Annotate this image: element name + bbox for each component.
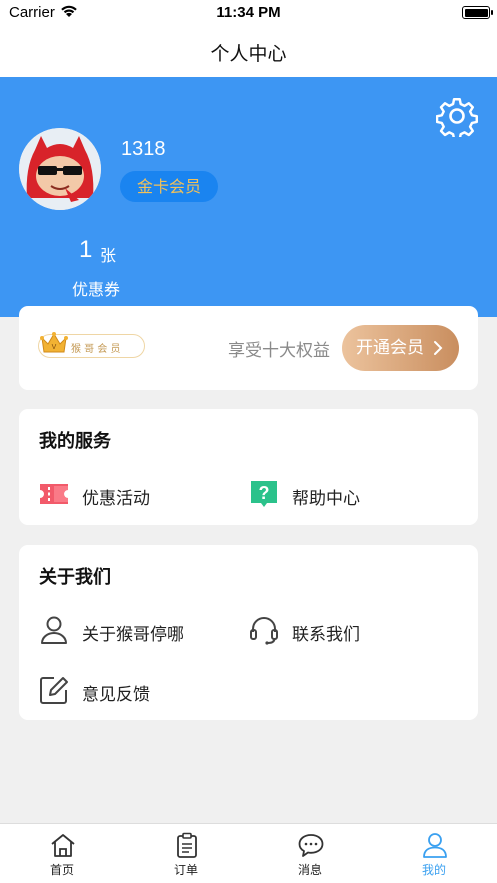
help-question-icon: ? xyxy=(251,481,277,507)
gear-icon[interactable] xyxy=(436,95,478,137)
message-bubble-icon xyxy=(298,834,324,857)
about-item-feedback[interactable]: 意见反馈 xyxy=(38,674,248,706)
about-item-about-app[interactable]: 关于猴哥停哪 xyxy=(38,614,248,646)
open-membership-button[interactable]: 开通会员 xyxy=(342,325,459,371)
crown-icon: V xyxy=(40,332,68,353)
username: 1318 xyxy=(121,138,166,160)
headset-icon xyxy=(250,617,278,645)
tab-label: 订单 xyxy=(173,863,198,877)
services-title: 我的服务 xyxy=(39,431,111,452)
clock: 11:34 PM xyxy=(216,4,281,21)
tab-label: 首页 xyxy=(49,863,74,877)
vip-tagline: 享受十大权益 xyxy=(228,341,330,361)
my-services-card: 我的服务 优惠活动 ? 帮助中心 xyxy=(19,409,478,525)
nav-bar: 个人中心 xyxy=(0,26,497,77)
tab-home[interactable]: 首页 xyxy=(0,824,124,883)
about-title: 关于我们 xyxy=(39,567,111,588)
edit-icon xyxy=(40,677,68,704)
about-item-label: 联系我们 xyxy=(292,625,360,645)
tab-mine[interactable]: 我的 xyxy=(372,824,496,883)
tab-orders[interactable]: 订单 xyxy=(124,824,248,883)
vip-card: V 猴 哥 会 员 享受十大权益 开通会员 xyxy=(19,306,478,390)
profile-icon xyxy=(423,833,447,858)
tab-bar: 首页 订单 消息 我的 xyxy=(0,823,497,883)
service-item-help[interactable]: ? 帮助中心 xyxy=(248,478,448,510)
about-item-label: 关于猴哥停哪 xyxy=(82,625,184,645)
about-item-label: 意见反馈 xyxy=(82,685,150,705)
order-clipboard-icon xyxy=(177,832,197,858)
coupon-unit: 张 xyxy=(100,246,117,265)
tab-label: 我的 xyxy=(421,863,446,877)
vip-badge: V 猴 哥 会 员 xyxy=(38,332,145,358)
coupon-count[interactable]: 1 xyxy=(79,236,92,264)
status-bar: Carrier 11:34 PM xyxy=(0,0,497,26)
page-title: 个人中心 xyxy=(210,43,287,65)
service-item-promotions[interactable]: 优惠活动 xyxy=(38,478,238,510)
user-icon xyxy=(41,616,67,644)
profile-header: 1318 金卡会员 1 张 优惠券 xyxy=(0,77,497,317)
service-item-label: 帮助中心 xyxy=(292,489,360,509)
tab-label: 消息 xyxy=(297,863,322,877)
about-item-contact[interactable]: 联系我们 xyxy=(248,614,448,646)
about-us-card: 关于我们 关于猴哥停哪 联系我们 意见反馈 xyxy=(19,545,478,720)
open-membership-label: 开通会员 xyxy=(356,338,424,358)
vip-badge-text: 猴 哥 会 员 xyxy=(71,344,121,355)
svg-text:V: V xyxy=(52,344,57,351)
svg-text:?: ? xyxy=(259,483,270,503)
service-item-label: 优惠活动 xyxy=(82,489,150,509)
coupon-label[interactable]: 优惠券 xyxy=(72,276,120,300)
chevron-right-icon xyxy=(434,341,443,355)
home-icon xyxy=(51,834,75,857)
tab-messages[interactable]: 消息 xyxy=(248,824,372,883)
monkey-avatar-icon xyxy=(19,128,101,210)
battery-icon xyxy=(462,6,493,19)
avatar[interactable] xyxy=(19,128,101,210)
member-level-badge[interactable]: 金卡会员 xyxy=(120,171,218,202)
coupon-ticket-icon xyxy=(40,484,68,504)
